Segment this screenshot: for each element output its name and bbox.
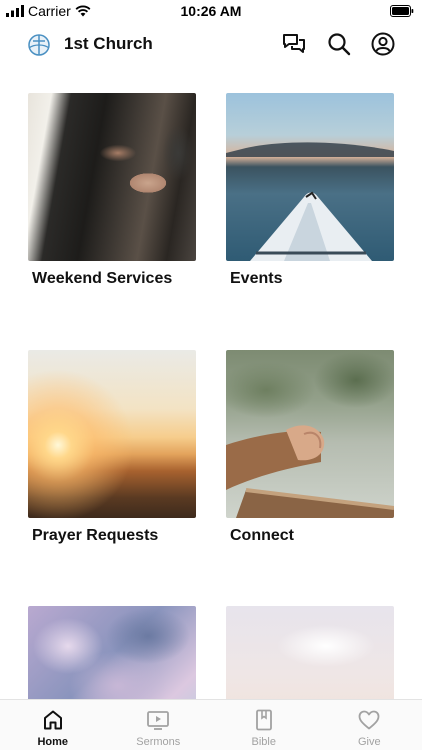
tab-label: Sermons — [136, 736, 181, 748]
tile-label: Events — [230, 270, 283, 287]
heart-icon — [358, 710, 380, 730]
chat-icon[interactable] — [281, 31, 307, 57]
church-logo-icon — [28, 34, 50, 56]
play-screen-icon — [147, 711, 170, 730]
tab-label: Bible — [251, 736, 276, 748]
tab-sermons[interactable]: Sermons — [106, 700, 212, 750]
tab-bible[interactable]: Bible — [211, 700, 317, 750]
account-icon[interactable] — [370, 31, 396, 57]
sunrise-mountains-photo — [28, 350, 196, 518]
kayak-lake-photo — [226, 93, 394, 261]
tile-connect[interactable]: Connect — [226, 350, 394, 544]
tab-home[interactable]: Home — [0, 700, 106, 750]
status-bar: Carrier 10:26 AM — [0, 0, 422, 22]
tile-weekend-services[interactable]: Weekend Services — [28, 93, 196, 287]
home-icon — [43, 710, 62, 730]
tile-label: Prayer Requests — [32, 527, 159, 544]
app-header: 1st Church — [0, 22, 422, 66]
book-icon — [255, 709, 272, 731]
tab-bar: Home Sermons Bible Give — [0, 699, 422, 750]
search-icon[interactable] — [326, 31, 352, 57]
battery-icon — [390, 4, 414, 22]
tab-give[interactable]: Give — [317, 700, 422, 750]
tab-label: Give — [357, 736, 381, 748]
clock: 10:26 AM — [180, 3, 242, 19]
tile-label: Connect — [230, 527, 294, 544]
folded-hands-photo — [226, 350, 394, 518]
app-title: 1st Church — [64, 34, 153, 53]
tab-label: Home — [37, 736, 69, 748]
tile-prayer-requests[interactable]: Prayer Requests — [28, 350, 196, 544]
worship-hands-photo — [28, 93, 196, 261]
tile-events[interactable]: Events — [226, 93, 394, 287]
tile-label: Weekend Services — [32, 270, 173, 287]
